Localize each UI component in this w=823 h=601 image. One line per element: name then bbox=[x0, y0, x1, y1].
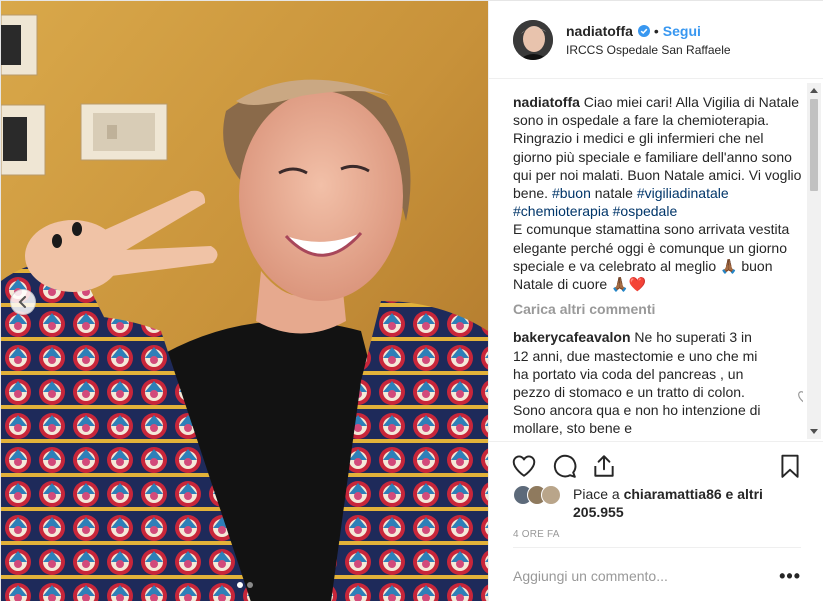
avatar-image bbox=[513, 19, 553, 60]
likes-text: Piace a chiaramattia86 e altri 205.955 bbox=[573, 485, 803, 521]
verified-badge-icon bbox=[637, 25, 650, 37]
bookmark-icon[interactable] bbox=[777, 453, 803, 479]
comment-icon[interactable] bbox=[551, 453, 577, 479]
avatar[interactable] bbox=[513, 19, 553, 60]
instagram-post-modal: nadiatoffa • Segui IRCCS Ospedale San Ra… bbox=[0, 0, 823, 601]
scroll-down-arrow[interactable] bbox=[807, 425, 821, 439]
likes-conjunction: e bbox=[725, 486, 734, 502]
add-comment-bar: ••• bbox=[513, 547, 801, 601]
comment-input[interactable] bbox=[513, 567, 753, 584]
post-header: nadiatoffa • Segui IRCCS Ospedale San Ra… bbox=[489, 1, 823, 79]
comment-username[interactable]: bakerycafeavalon bbox=[513, 329, 631, 345]
scrollbar-thumb[interactable] bbox=[810, 99, 818, 191]
post-side-panel: nadiatoffa • Segui IRCCS Ospedale San Ra… bbox=[488, 1, 823, 601]
post-actions-bar bbox=[489, 441, 823, 483]
liker-avatar bbox=[541, 485, 561, 505]
likes-prefix: Piace a bbox=[573, 486, 620, 502]
header-separator: • bbox=[653, 23, 659, 39]
share-icon[interactable] bbox=[591, 453, 617, 479]
comments-list[interactable]: nadiatoffa Ciao miei cari! Alla Vigilia … bbox=[513, 93, 803, 441]
comments-scrollbar[interactable] bbox=[807, 83, 821, 439]
carousel-dot bbox=[246, 582, 253, 588]
scroll-up-arrow[interactable] bbox=[807, 83, 821, 97]
praying-hands-emoji: 🙏🏾 bbox=[611, 276, 629, 293]
more-options-button[interactable]: ••• bbox=[779, 567, 801, 585]
caption-text-2: natale bbox=[594, 185, 633, 202]
post-image bbox=[1, 1, 488, 601]
liker-username[interactable]: chiaramattia86 bbox=[624, 486, 722, 502]
post-timestamp[interactable]: 4 ore fa bbox=[513, 529, 560, 540]
post-location[interactable]: IRCCS Ospedale San Raffaele bbox=[566, 43, 731, 57]
comment-like-heart-icon[interactable] bbox=[797, 390, 803, 404]
carousel-prev-button[interactable] bbox=[10, 289, 36, 315]
post-photo[interactable] bbox=[1, 1, 488, 601]
header-username[interactable]: nadiatoffa bbox=[566, 22, 633, 40]
hashtag-vigiliadinatale[interactable]: #vigiliadinatale bbox=[637, 185, 729, 201]
carousel-indicator bbox=[1, 582, 488, 588]
hashtag-buon[interactable]: #buon bbox=[552, 185, 591, 201]
likes-summary: Piace a chiaramattia86 e altri 205.955 bbox=[513, 485, 803, 521]
heart-icon[interactable] bbox=[511, 453, 537, 479]
post-caption: nadiatoffa Ciao miei cari! Alla Vigilia … bbox=[513, 93, 803, 293]
liker-avatars[interactable] bbox=[513, 485, 569, 505]
comment-text: Ne ho superati 3 in 12 anni, due mastect… bbox=[513, 329, 761, 437]
caption-username[interactable]: nadiatoffa bbox=[513, 94, 580, 110]
hashtag-chemioterapia[interactable]: #chemioterapia bbox=[513, 203, 609, 219]
carousel-dot-active bbox=[236, 582, 243, 588]
praying-hands-emoji: 🙏🏾 bbox=[720, 257, 738, 274]
chevron-left-icon bbox=[18, 296, 26, 308]
follow-button[interactable]: Segui bbox=[663, 22, 701, 40]
load-more-comments-button[interactable]: Carica altri commenti bbox=[513, 300, 803, 318]
comment-item: bakerycafeavalon Ne ho superati 3 in 12 … bbox=[513, 328, 803, 437]
hashtag-ospedale[interactable]: #ospedale bbox=[613, 203, 678, 219]
red-heart-emoji: ❤️ bbox=[628, 276, 646, 293]
